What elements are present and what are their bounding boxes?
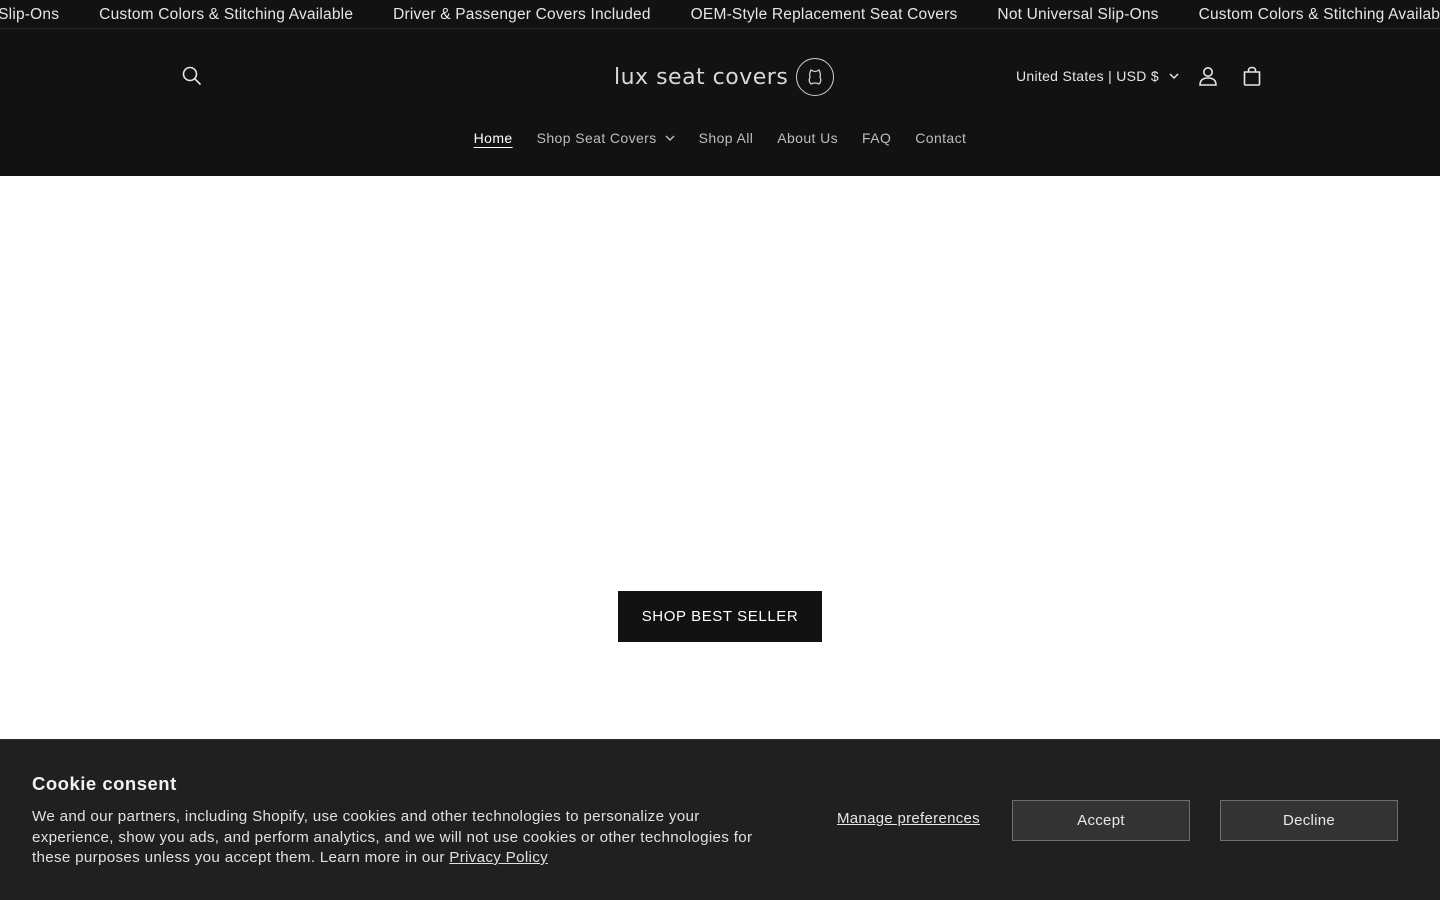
- nav-item-contact[interactable]: Contact: [903, 130, 978, 146]
- announcement-item: OEM-Style Replacement Seat Covers: [690, 5, 958, 23]
- announcement-item: Not Universal Slip-Ons: [0, 5, 60, 23]
- nav-item-about-us[interactable]: About Us: [765, 130, 850, 146]
- announcement-item: Custom Colors & Stitching Available: [99, 5, 354, 23]
- announcement-track: Not Universal Slip-Ons Custom Colors & S…: [0, 0, 1440, 28]
- nav-item-faq[interactable]: FAQ: [850, 130, 903, 146]
- search-icon: [182, 66, 202, 86]
- chevron-down-icon: [1169, 72, 1179, 79]
- nav-item-label: Shop Seat Covers: [536, 130, 657, 146]
- site-header: lux seat covers United States | USD $ Ho…: [0, 29, 1440, 176]
- nav-item-home[interactable]: Home: [462, 130, 525, 146]
- manage-preferences-link[interactable]: Manage preferences: [837, 810, 980, 827]
- cookie-consent-banner: Cookie consent We and our partners, incl…: [0, 739, 1440, 900]
- logo-badge-icon: [796, 58, 835, 96]
- header-top-row: lux seat covers United States | USD $: [0, 29, 1440, 123]
- logo-text: lux seat covers: [614, 64, 789, 90]
- shop-best-seller-button[interactable]: SHOP BEST SELLER: [618, 591, 822, 642]
- currency-selector[interactable]: United States | USD $: [1016, 62, 1179, 90]
- chevron-down-icon: [665, 134, 675, 141]
- privacy-policy-link[interactable]: Privacy Policy: [449, 849, 548, 866]
- site-logo[interactable]: lux seat covers: [614, 55, 835, 99]
- bag-icon: [1243, 66, 1261, 86]
- account-button[interactable]: [1186, 54, 1230, 98]
- cookie-body: We and our partners, including Shopify, …: [32, 807, 772, 869]
- announcement-item: Driver & Passenger Covers Included: [393, 5, 651, 23]
- cookie-title: Cookie consent: [32, 773, 177, 794]
- hero-section: SHOP BEST SELLER: [0, 176, 1440, 739]
- decline-button[interactable]: Decline: [1220, 800, 1398, 841]
- currency-label: United States | USD $: [1016, 68, 1159, 84]
- nav-item-shop-seat-covers[interactable]: Shop Seat Covers: [525, 130, 687, 146]
- cart-button[interactable]: [1230, 54, 1274, 98]
- accept-button[interactable]: Accept: [1012, 800, 1190, 841]
- user-icon: [1199, 67, 1217, 86]
- announcement-item: Not Universal Slip-Ons: [997, 5, 1159, 23]
- announcement-item: Custom Colors & Stitching Available: [1198, 5, 1440, 23]
- search-button[interactable]: [170, 54, 214, 98]
- main-nav: Home Shop Seat Covers Shop All About Us …: [0, 123, 1440, 153]
- cookie-body-text: We and our partners, including Shopify, …: [32, 808, 753, 866]
- nav-item-shop-all[interactable]: Shop All: [687, 130, 766, 146]
- announcement-bar: Not Universal Slip-Ons Custom Colors & S…: [0, 0, 1440, 29]
